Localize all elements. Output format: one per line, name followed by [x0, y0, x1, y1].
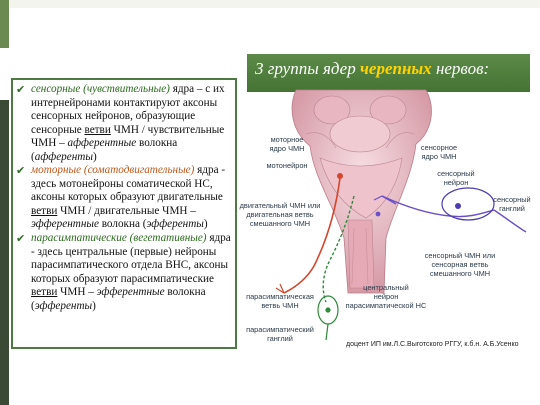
group-sensory: ✔ сенсорные (чувствительные) ядра – с их…	[16, 83, 225, 163]
label-motor-nucleus: моторное ядро ЧМН	[269, 135, 305, 153]
group-name: сенсорные (чувствительные)	[31, 83, 170, 95]
label-sensory-neuron: сенсорный нейрон	[437, 169, 475, 187]
author-credit: доцент ИП им.Л.С.Выготского РГГУ, к.б.н.…	[346, 341, 519, 348]
group-name: парасимпатические (вегетативные)	[31, 232, 207, 245]
label-parasym-ganglion: парасимпатический ганглий	[246, 325, 314, 343]
groups-text-panel: ✔ сенсорные (чувствительные) ядра – с их…	[11, 78, 237, 349]
checkmark-icon: ✔	[16, 83, 26, 96]
slide-title: 3 группы ядер черепных нервов:	[247, 54, 530, 92]
group-motor: ✔ моторные (соматодвигательные) ядра - з…	[16, 164, 226, 231]
brainstem-diagram: моторное ядро ЧМН мотонейрон сенсорное я…	[236, 88, 540, 358]
decorative-strip	[0, 0, 9, 405]
label-parasym-branch: парасимпатическая ветвь ЧМН	[246, 292, 314, 310]
top-band	[0, 0, 540, 8]
checkmark-icon: ✔	[16, 164, 26, 178]
label-central-neuron: центральный нейрон парасимпатической НС	[345, 283, 427, 310]
label-sensory-nucleus: сенсорное ядро ЧМН	[420, 143, 458, 161]
checkmark-icon: ✔	[16, 232, 26, 246]
label-sensory-ganglion: сенсорный ганглий	[493, 195, 531, 213]
title-accent: черепных	[359, 59, 432, 78]
label-motor-branch: двигательный ЧМН или двигательная ветвь …	[239, 201, 321, 228]
brainstem-tissue	[291, 89, 432, 294]
label-motoneuron: мотонейрон	[266, 161, 308, 170]
group-name: моторные (соматодвигательные)	[31, 164, 195, 177]
label-sensory-branch: сенсорный ЧМН или сенсорная ветвь смешан…	[424, 251, 496, 278]
group-parasympathetic: ✔ парасимпатические (вегетативные) ядра …	[16, 232, 231, 312]
